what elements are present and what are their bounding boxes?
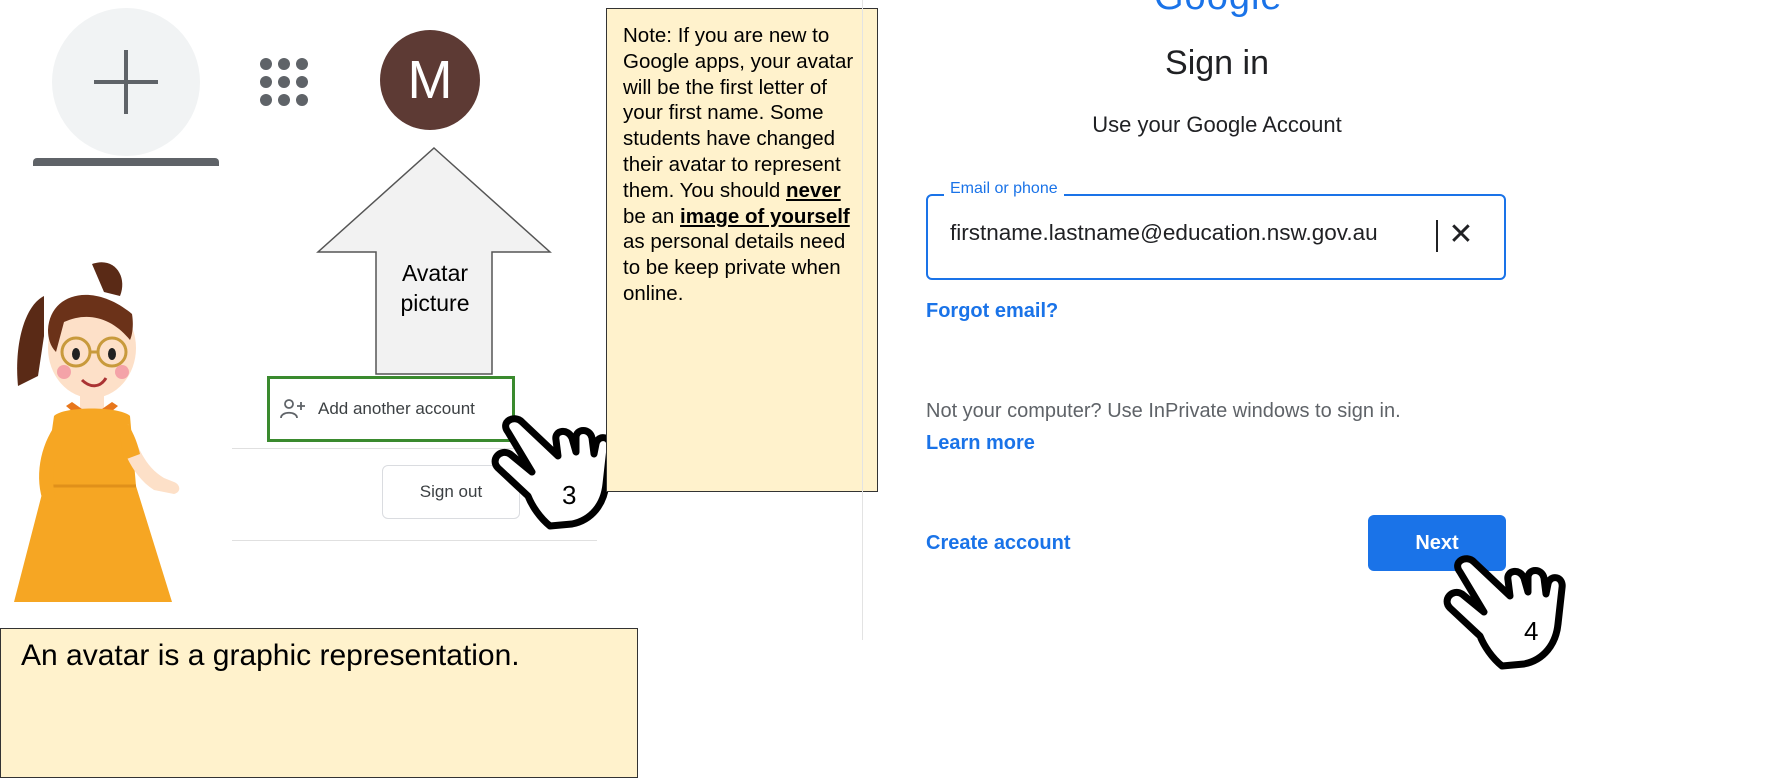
add-account-label: Add another account — [318, 399, 475, 418]
google-logo: Google — [1154, 0, 1283, 18]
google-logo-text: Google — [1154, 0, 1283, 18]
private-browsing-notice: Not your computer? Use InPrivate windows… — [926, 400, 1401, 422]
note-emphasis-never: never — [786, 178, 841, 202]
caption-callout: An avatar is a graphic representation. — [0, 628, 638, 778]
note-callout: Note: If you are new to Google apps, you… — [606, 8, 878, 492]
step-3-label: 3 — [562, 480, 576, 510]
add-person-icon — [280, 399, 305, 419]
caption-text: An avatar is a graphic representation. — [21, 639, 520, 672]
email-input-value[interactable]: firstname.lastname@education.nsw.gov.au — [950, 220, 1378, 246]
pointing-hand-icon: 4 — [1443, 555, 1566, 670]
create-account-link[interactable]: Create account — [926, 532, 1071, 555]
panel-separator — [862, 0, 863, 640]
active-tab-indicator — [33, 158, 219, 166]
forgot-email-link[interactable]: Forgot email? — [926, 300, 1058, 323]
divider — [232, 540, 597, 541]
clear-icon[interactable]: ✕ — [1444, 216, 1478, 254]
apps-grid-icon[interactable] — [258, 56, 310, 108]
text-caret — [1436, 220, 1438, 252]
sign-out-label: Sign out — [419, 482, 483, 501]
note-text-3: as personal details need to be keep priv… — [623, 230, 846, 305]
note-text-1: Note: If you are new to Google apps, you… — [623, 24, 854, 202]
learn-more-link[interactable]: Learn more — [926, 432, 1035, 455]
email-field-label: Email or phone — [944, 180, 1064, 198]
add-another-account-button[interactable]: Add another account — [267, 376, 515, 442]
arrow-label: Avatar picture — [400, 260, 470, 316]
teacher-character-illustration — [14, 262, 180, 602]
plus-icon — [94, 50, 158, 114]
new-item-button[interactable] — [52, 8, 200, 156]
avatar[interactable]: M — [380, 30, 480, 130]
page-title: Sign in — [1165, 44, 1269, 82]
avatar-letter: M — [407, 50, 453, 110]
page-subtitle: Use your Google Account — [1092, 112, 1342, 137]
note-text-2: be an — [623, 204, 675, 228]
note-emphasis-image: image of yourself — [680, 204, 850, 228]
step-4-label: 4 — [1524, 616, 1538, 646]
